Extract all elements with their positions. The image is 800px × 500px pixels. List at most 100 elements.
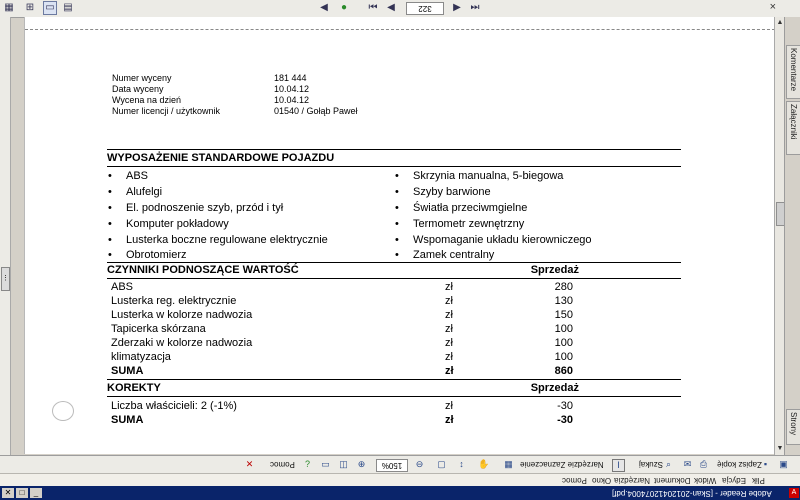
document-page: Numer wyceny 181 444 Data wyceny 10.04.1…: [24, 17, 776, 454]
row-value: 280: [554, 281, 573, 293]
navigation-toolbar: ▦ ⊞ ▭ ▤ ◀ ● ⏮ ◀ 322 ▶ ⏭ ×: [0, 0, 800, 18]
equipment-item: Wspomaganie układu kierowniczego: [395, 233, 592, 248]
zoom-in-icon[interactable]: ⊕: [356, 459, 367, 470]
row-name: klimatyzacja: [111, 351, 171, 363]
menu-window[interactable]: Okno: [592, 475, 611, 485]
table-row: Zderzaki w kolorze nadwozia zł 100: [111, 336, 681, 350]
row-currency: zł: [445, 281, 453, 293]
row-name: Lusterka reg. elektrycznie: [111, 295, 237, 307]
row-value: 100: [554, 337, 573, 349]
forward-green-icon[interactable]: ●: [338, 2, 350, 14]
row-currency: zł: [445, 400, 453, 412]
row-name: Tapicerka skórzana: [111, 323, 206, 335]
first-page-icon[interactable]: ⏮: [367, 2, 379, 14]
meta-row: Numer wyceny 181 444: [112, 73, 307, 84]
print-icon[interactable]: ⎙: [698, 459, 709, 470]
row-currency: zł: [445, 365, 454, 377]
section-rule: [107, 149, 681, 150]
menu-edit[interactable]: Edycja: [722, 475, 746, 485]
table-row: Lusterka w kolorze nadwozia zł 150: [111, 308, 681, 322]
back-arrow-icon[interactable]: ◀: [318, 2, 330, 14]
scroll-down-icon[interactable]: ▼: [776, 445, 784, 453]
close-window-button[interactable]: ✕: [2, 488, 14, 498]
zoom-out-icon[interactable]: ⊖: [414, 459, 425, 470]
snapshot-tool-icon[interactable]: ▦: [503, 459, 514, 470]
equipment-section-title: WYPOSAŻENIE STANDARDOWE POJAZDU: [107, 152, 335, 164]
row-value: 860: [554, 365, 573, 377]
left-panel-grip[interactable]: ⋮: [1, 267, 10, 291]
crosshair-icon[interactable]: ⊞: [24, 2, 36, 14]
minimize-window-button[interactable]: _: [30, 488, 42, 498]
maximize-window-button[interactable]: □: [16, 488, 28, 498]
select-tool-button[interactable]: Narzędzie Zaznaczenie: [520, 459, 604, 470]
equipment-item: Komputer pokładowy: [108, 217, 229, 232]
menu-file[interactable]: Plik: [752, 475, 765, 485]
menu-tools[interactable]: Narzędzia: [614, 475, 650, 485]
tab-label: Strony: [789, 412, 798, 436]
zoom-level-input[interactable]: 150%: [376, 459, 408, 472]
tab-pages[interactable]: Strony: [786, 409, 800, 445]
menu-bar: Pomoc Okno Narzędzia Dokument Widok Edyc…: [0, 473, 800, 487]
sales-column-header: Sprzedaż: [530, 264, 579, 276]
grid-icon[interactable]: ▦: [3, 2, 15, 14]
page-top-border: [25, 29, 775, 30]
section-rule: [107, 278, 681, 279]
equipment-item: Obrotomierz: [108, 248, 186, 263]
row-name: Liczba właścicieli: 2 (-1%): [111, 400, 237, 412]
meta-value: 01540 / Gołąb Paweł: [274, 106, 358, 116]
page-number-input[interactable]: 322: [406, 2, 444, 15]
row-name: Lusterka w kolorze nadwozia: [111, 309, 253, 321]
menu-document[interactable]: Dokument: [654, 475, 690, 485]
row-currency: zł: [445, 414, 454, 426]
window-title-bar: ✕ □ _ Adobe Reader - [Skan-2012041207400…: [0, 486, 800, 500]
table-row: ABS zł 280: [111, 280, 681, 294]
search-button[interactable]: Szukaj: [639, 459, 663, 470]
last-page-icon[interactable]: ⏭: [469, 2, 481, 14]
corrections-section-title: KOREKTY Sprzedaż: [107, 382, 681, 395]
table-row: klimatyzacja zł 100: [111, 350, 681, 364]
row-value: 150: [554, 309, 573, 321]
previous-page-icon[interactable]: ◀: [385, 2, 397, 14]
tab-label: Załączniki: [789, 104, 798, 140]
menu-view[interactable]: Widok: [694, 475, 716, 485]
marquee-zoom-icon[interactable]: ▢: [436, 459, 447, 470]
meta-row: Data wyceny 10.04.12: [112, 84, 309, 95]
equipment-item: Alufelgi: [108, 185, 162, 200]
left-navigation-strip: ⋮: [0, 17, 11, 455]
scroll-up-icon[interactable]: ▲: [776, 19, 784, 27]
save-copy-button[interactable]: Zapisz kopię: [717, 459, 762, 470]
tab-attachments[interactable]: Załączniki: [786, 101, 800, 155]
snapshot-icon[interactable]: ↕: [456, 459, 467, 470]
continuous-view-icon[interactable]: ▤: [62, 2, 74, 14]
binoculars-icon[interactable]: ⌕: [663, 459, 674, 470]
menu-help[interactable]: Pomoc: [562, 475, 587, 485]
scan-mark: [52, 401, 74, 421]
row-value: -30: [557, 400, 573, 412]
text-select-icon[interactable]: I: [612, 459, 625, 472]
next-page-icon[interactable]: ▶: [451, 2, 463, 14]
meta-label: Numer wyceny: [112, 73, 172, 83]
adobe-acrobat-icon[interactable]: ✕: [244, 459, 255, 470]
table-row: Lusterka reg. elektrycznie zł 130: [111, 294, 681, 308]
fit-page-icon[interactable]: ▭: [320, 459, 331, 470]
help-button[interactable]: Pomoc: [270, 459, 295, 470]
email-icon[interactable]: ✉: [682, 459, 693, 470]
fit-width-icon[interactable]: ◫: [338, 459, 349, 470]
hand-tool-icon[interactable]: ✋: [478, 459, 489, 470]
save-icon[interactable]: ▪: [760, 459, 771, 470]
equipment-item: Termometr zewnętrzny: [395, 217, 524, 232]
sales-column-header: Sprzedaż: [530, 382, 579, 394]
equipment-item: Skrzynia manualna, 5-biegowa: [395, 169, 563, 184]
meta-value: 10.04.12: [274, 95, 310, 105]
tab-comments[interactable]: Komentarze: [786, 45, 800, 99]
section-rule: [107, 396, 681, 397]
row-currency: zł: [445, 351, 453, 363]
right-panel: Komentarze Załączniki Strony: [784, 17, 800, 455]
sum-row: SUMA zł -30: [111, 413, 681, 427]
help-icon[interactable]: ?: [302, 459, 313, 470]
main-toolbar: ✕ Pomoc ? ▭ ◫ ⊕ 150% ⊖ ▢ ↕ ✋ ▦ Narzędzie…: [0, 455, 800, 474]
row-name: ABS: [111, 281, 134, 293]
single-page-view-button[interactable]: ▭: [43, 1, 57, 15]
close-document-button[interactable]: ×: [770, 1, 776, 13]
open-icon[interactable]: ▣: [778, 459, 789, 470]
